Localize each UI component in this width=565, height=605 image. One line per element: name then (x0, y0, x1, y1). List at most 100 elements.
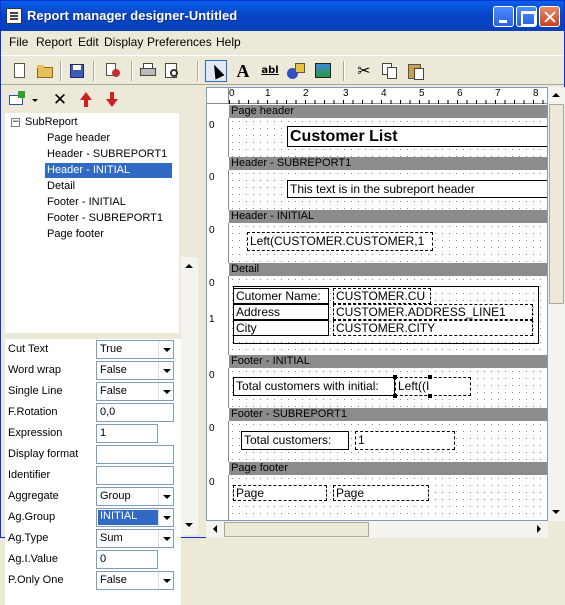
selection-handle[interactable] (393, 394, 397, 398)
prop-value[interactable]: True (96, 340, 174, 359)
total-customers-expression[interactable]: 1 (355, 431, 455, 450)
section-title[interactable]: Page footer (229, 462, 547, 475)
section-body[interactable]: This text is in the subreport header (229, 170, 547, 210)
new-icon[interactable] (9, 60, 31, 82)
prop-value[interactable]: False (96, 361, 174, 380)
chevron-down-icon[interactable] (30, 89, 40, 111)
print-setup-icon[interactable] (101, 60, 123, 82)
address-expression[interactable]: CUSTOMER.ADDRESS_LINE1 (333, 304, 533, 320)
scroll-up-icon[interactable] (549, 88, 564, 103)
menu-preferences[interactable]: Preferences (147, 35, 212, 49)
chevron-down-icon[interactable] (158, 341, 173, 358)
section-title[interactable]: Page header (229, 105, 547, 118)
close-button[interactable] (539, 6, 560, 27)
prop-value[interactable]: False (96, 571, 174, 590)
tree-item-page-header[interactable]: Page header (45, 131, 112, 146)
section-title[interactable]: Header - SUBREPORT1 (229, 157, 547, 170)
save-icon[interactable] (66, 60, 88, 82)
property-scrollbar[interactable] (181, 257, 198, 535)
scroll-down-icon[interactable] (549, 505, 564, 520)
size-grip[interactable] (548, 521, 565, 538)
tree-item-page-footer[interactable]: Page footer (45, 227, 106, 242)
section-title[interactable]: Detail (229, 263, 547, 276)
section-title[interactable]: Header - INITIAL (229, 210, 547, 223)
menu-help[interactable]: Help (216, 35, 241, 49)
prop-value[interactable]: Group (96, 487, 174, 506)
section-title[interactable]: Footer - SUBREPORT1 (229, 408, 547, 421)
prop-value[interactable] (96, 445, 174, 464)
maximize-button[interactable] (516, 6, 537, 27)
tree-item-detail[interactable]: Detail (45, 179, 77, 194)
selection-handle[interactable] (428, 394, 432, 398)
prop-value[interactable]: Sum (96, 529, 174, 548)
collapse-icon[interactable]: − (11, 118, 20, 127)
tree-root[interactable]: SubReport (23, 115, 80, 130)
scroll-right-icon[interactable] (531, 522, 546, 537)
chevron-down-icon[interactable] (158, 530, 173, 547)
shape-tool-icon[interactable] (285, 60, 307, 82)
total-initial-label[interactable]: Total customers with initial: (233, 377, 395, 396)
customer-name-label[interactable]: Cutomer Name: (233, 288, 329, 304)
total-customers-label[interactable]: Total customers: (241, 431, 349, 450)
section-body[interactable]: Cutomer Name: Address City CUSTOMER.CU C… (229, 276, 547, 355)
section-body[interactable]: Page Page (229, 475, 547, 520)
selection-handle[interactable] (428, 375, 432, 379)
design-canvas[interactable]: 0 1 2 3 4 5 6 7 8 Page header 0 Customer… (206, 87, 548, 521)
chevron-down-icon[interactable] (158, 509, 173, 526)
prop-value[interactable]: 0,0 (96, 403, 174, 422)
scroll-up-icon[interactable] (182, 259, 197, 274)
scroll-left-icon[interactable] (208, 522, 223, 537)
add-item-icon[interactable] (7, 89, 29, 111)
prop-value[interactable] (96, 466, 174, 485)
page-label[interactable]: Page (233, 485, 327, 501)
canvas-vertical-scrollbar[interactable] (548, 87, 565, 521)
image-tool-icon[interactable] (312, 60, 334, 82)
move-down-icon[interactable] (101, 89, 123, 111)
print-icon[interactable] (137, 60, 159, 82)
preview-icon[interactable] (161, 60, 183, 82)
page-expression[interactable]: Page (333, 485, 429, 501)
address-label[interactable]: Address (233, 304, 329, 320)
pointer-icon[interactable] (205, 60, 227, 82)
copy-icon[interactable] (379, 60, 401, 82)
report-title-label[interactable]: Customer List (287, 126, 547, 147)
move-up-icon[interactable] (75, 89, 97, 111)
chevron-down-icon[interactable] (158, 362, 173, 379)
selection-handle[interactable] (393, 375, 397, 379)
minimize-button[interactable] (493, 6, 514, 27)
prop-value[interactable]: 1... (96, 424, 158, 443)
scroll-down-icon[interactable] (182, 518, 197, 533)
tree-item-header-subreport1[interactable]: Header - SUBREPORT1 (45, 147, 169, 162)
menu-edit[interactable]: Edit (78, 35, 99, 49)
tree-item-footer-initial[interactable]: Footer - INITIAL (45, 195, 128, 210)
menu-report[interactable]: Report (36, 35, 72, 49)
tree-item-footer-subreport1[interactable]: Footer - SUBREPORT1 (45, 211, 165, 226)
tree-item-header-initial[interactable]: Header - INITIAL (45, 163, 172, 178)
initial-expression[interactable]: Left(CUSTOMER.CUSTOMER,1 (247, 232, 433, 251)
title-bar[interactable]: Report manager designer-Untitled (1, 1, 564, 31)
chevron-down-icon[interactable] (158, 572, 173, 589)
cut-icon[interactable]: ✂ (353, 60, 375, 82)
city-label[interactable]: City (233, 320, 329, 336)
prop-value[interactable]: False (96, 382, 174, 401)
scroll-thumb[interactable] (549, 104, 564, 304)
chevron-down-icon[interactable] (158, 383, 173, 400)
section-body[interactable]: Total customers with initial: Left((I (229, 368, 547, 408)
customer-name-expression[interactable]: CUSTOMER.CU (333, 288, 431, 304)
prop-value[interactable]: INITIAL (96, 508, 174, 527)
prop-value[interactable]: 0... (96, 550, 158, 569)
menu-file[interactable]: File (9, 35, 28, 49)
section-title[interactable]: Footer - INITIAL (229, 355, 547, 368)
scroll-thumb[interactable] (224, 522, 369, 537)
city-expression[interactable]: CUSTOMER.CITY (333, 320, 533, 336)
menu-display[interactable]: Display (104, 35, 143, 49)
field-tool-icon[interactable]: abl (259, 60, 281, 82)
total-initial-expression[interactable]: Left((I (395, 377, 471, 396)
open-icon[interactable] (34, 60, 56, 82)
paste-icon[interactable] (405, 60, 427, 82)
section-body[interactable]: Customer List (229, 118, 547, 157)
section-body[interactable]: Left(CUSTOMER.CUSTOMER,1 (229, 223, 547, 263)
text-tool-icon[interactable]: A (232, 60, 254, 82)
section-body[interactable]: Total customers: 1 (229, 421, 547, 462)
canvas-horizontal-scrollbar[interactable] (206, 521, 548, 538)
